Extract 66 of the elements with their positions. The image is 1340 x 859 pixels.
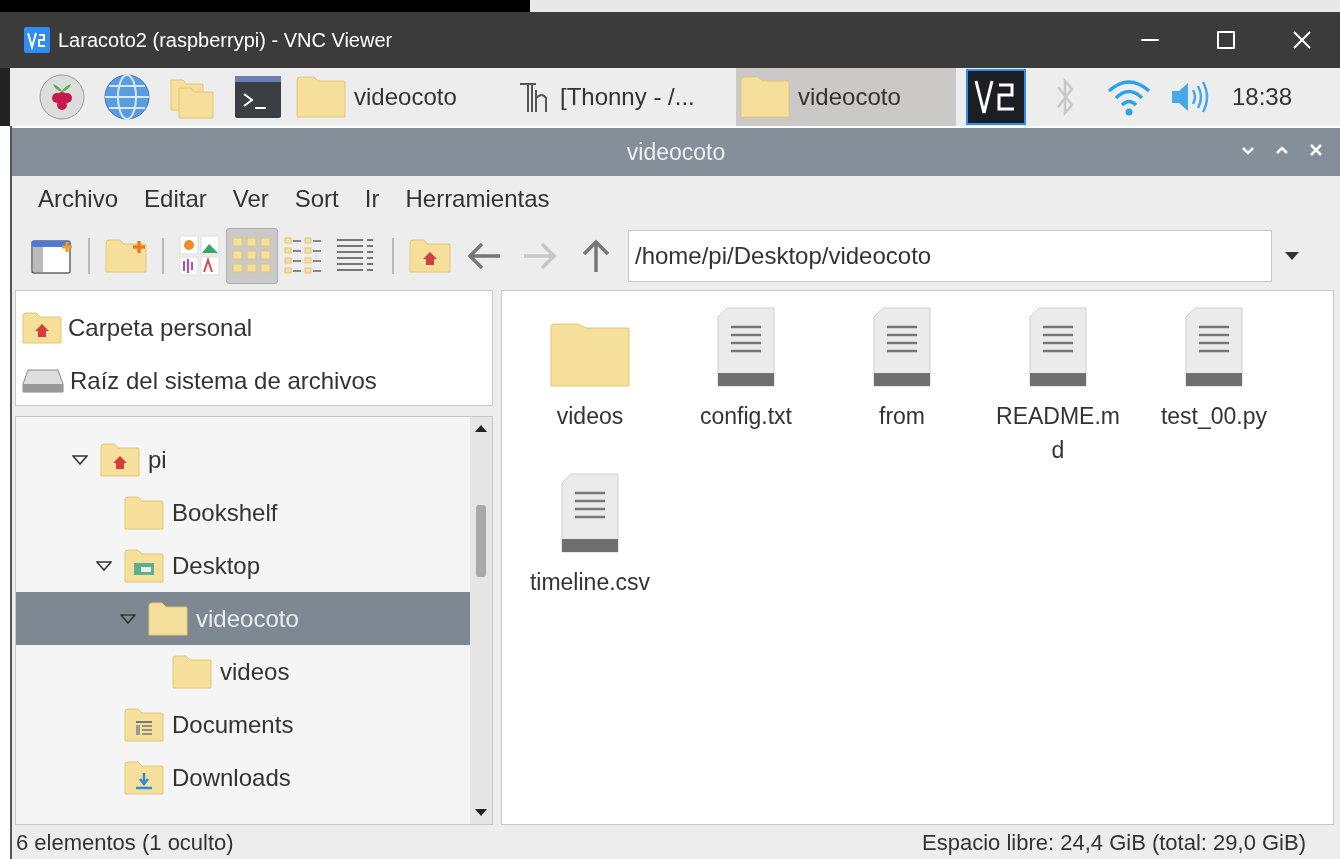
file-item[interactable]: test_00.py — [1136, 303, 1292, 469]
document-icon — [561, 473, 619, 553]
taskbar-button[interactable]: videocoto — [736, 68, 956, 126]
file-item[interactable]: timeline.csv — [512, 469, 668, 635]
menu-item[interactable]: Ir — [352, 179, 392, 219]
documents-folder-icon — [124, 707, 164, 742]
menu-item[interactable]: Sort — [282, 179, 351, 219]
expander-icon[interactable] — [96, 559, 112, 572]
tree-item[interactable]: Bookshelf — [16, 486, 470, 539]
caret-icon — [1285, 252, 1299, 260]
path-field[interactable]: /home/pi/Desktop/videocoto — [628, 230, 1272, 282]
globe-icon — [103, 74, 152, 120]
terminal-icon — [233, 74, 282, 120]
free-space-text: Espacio libre: 24,4 GiB (total: 29,0 GiB) — [922, 828, 1306, 857]
tree-item[interactable]: Documents — [16, 698, 470, 751]
file-item[interactable]: videos — [512, 303, 668, 469]
menu-item[interactable]: Archivo — [26, 179, 131, 219]
taskbar-button[interactable]: [Thonny - /... — [514, 68, 734, 126]
home-folder-icon — [22, 311, 62, 344]
document-icon — [1185, 307, 1243, 387]
scroll-down-icon[interactable] — [474, 808, 488, 818]
folder-icon — [172, 654, 212, 689]
place-item[interactable]: Carpeta personal — [22, 301, 486, 354]
new-folder-icon — [105, 239, 147, 273]
tree-item[interactable]: pi — [16, 433, 470, 486]
maximize-icon — [1217, 31, 1235, 49]
wifi-icon — [1106, 77, 1152, 117]
folder-icon — [124, 495, 164, 530]
menu-item[interactable]: Editar — [132, 179, 219, 219]
window-title: videocoto — [626, 137, 726, 167]
menu-item[interactable]: Herramientas — [393, 179, 562, 219]
folder-icon — [550, 323, 630, 387]
place-item[interactable]: Raíz del sistema de archivos — [22, 354, 486, 407]
scrollbar-thumb[interactable] — [476, 505, 486, 577]
thumbnail-view-icon — [179, 235, 221, 277]
downloads-folder-icon — [124, 760, 164, 795]
volume-icon — [1170, 79, 1210, 115]
document-icon — [717, 307, 775, 387]
document-icon — [1029, 307, 1087, 387]
window-title: Laracoto2 (raspberrypi) - VNC Viewer — [58, 28, 393, 53]
folder-icon — [148, 601, 188, 636]
folder-icon — [296, 76, 346, 118]
tree-item[interactable]: videos — [16, 645, 470, 698]
home-folder-icon — [409, 239, 451, 273]
document-icon — [873, 307, 931, 387]
file-item[interactable]: config.txt — [668, 303, 824, 469]
close-icon — [1293, 31, 1311, 49]
vnc-logo-icon — [24, 27, 50, 53]
scroll-up-icon[interactable] — [474, 423, 488, 433]
desktop-folder-icon — [124, 548, 164, 583]
taskbar-button[interactable]: videocoto — [292, 68, 512, 126]
expander-icon[interactable] — [72, 453, 88, 466]
status-text: 6 elementos (1 oculto) — [16, 828, 234, 857]
file-item[interactable]: README.md — [980, 303, 1136, 469]
minimize-icon — [1141, 39, 1159, 41]
menu-item[interactable]: Ver — [220, 179, 281, 219]
home-folder-icon — [100, 442, 140, 477]
vnc-icon[interactable] — [966, 69, 1026, 125]
raspberry-icon — [38, 74, 87, 120]
file-item[interactable]: from — [824, 303, 980, 469]
new-window-icon — [31, 238, 73, 274]
tree-item[interactable]: Downloads — [16, 751, 470, 804]
clock-text: 18:38 — [1232, 82, 1293, 112]
tree-item[interactable]: Desktop — [16, 539, 470, 592]
folder-icon — [740, 76, 790, 118]
scrollbar[interactable] — [470, 417, 492, 824]
